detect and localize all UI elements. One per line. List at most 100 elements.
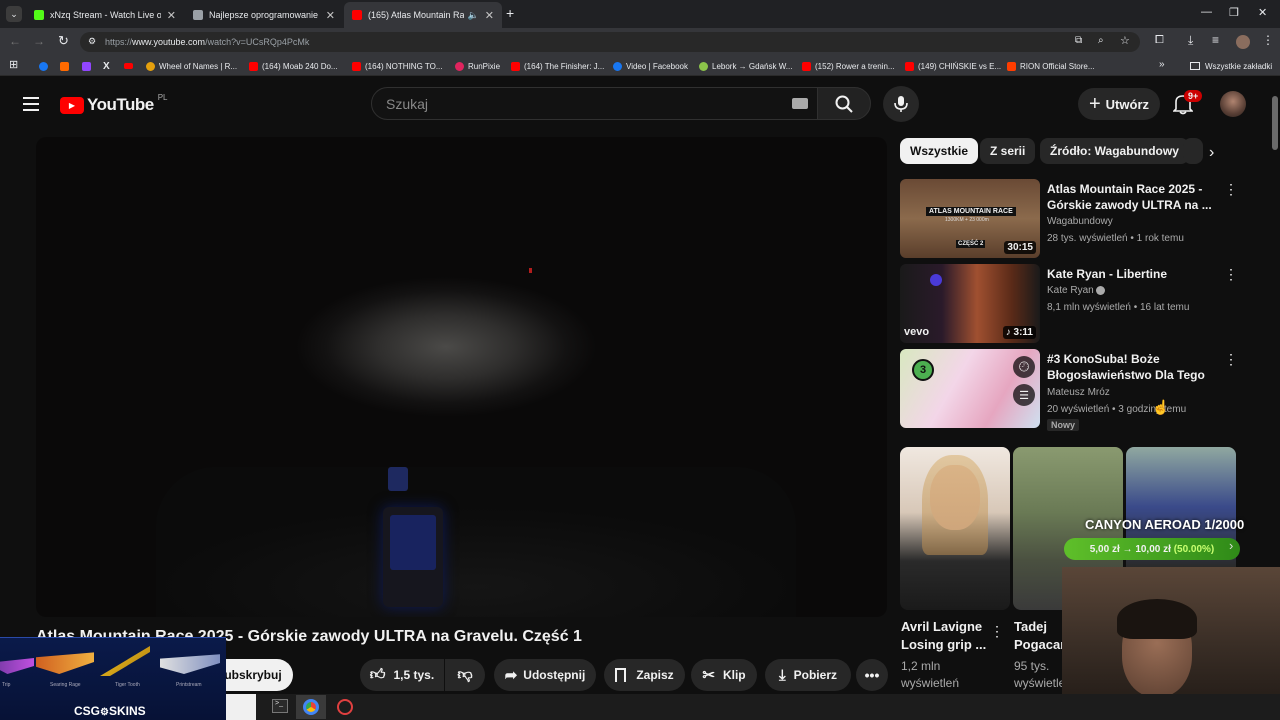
search-button[interactable] (817, 87, 871, 120)
bookmark-5[interactable] (124, 59, 137, 73)
more-actions-button[interactable]: ••• (856, 659, 888, 691)
recommendation-item[interactable]: vevo ♪ 3:11 Kate Ryan - Libertine Kate R… (900, 264, 1245, 344)
restore-icon[interactable]: ❐ (1229, 6, 1239, 19)
close-tab-icon[interactable]: ✕ (326, 9, 335, 22)
install-icon[interactable]: ⧉ (1075, 35, 1082, 46)
bookmark-star-icon[interactable]: ☆ (1120, 34, 1130, 47)
watch-later-icon[interactable]: 🕘︎ (1013, 356, 1035, 378)
search-input[interactable]: Szukaj (371, 87, 818, 120)
chip-all[interactable]: Wszystkie (900, 138, 979, 164)
promo-chevron-icon: › (1229, 538, 1234, 553)
bookmark-nothing[interactable]: (164) NOTHING TO... (352, 59, 443, 73)
reload-icon[interactable]: ↻ (58, 33, 69, 49)
site-info-icon[interactable]: ⚙ (88, 36, 96, 47)
clip-button[interactable]: ✂ Klip (691, 659, 757, 691)
download-button[interactable]: ⤓ Pobierz (765, 659, 851, 691)
short-title-line2[interactable]: Losing grip ... (901, 637, 986, 652)
bookmark-facebook[interactable] (39, 59, 52, 73)
video-thumbnail[interactable]: vevo ♪ 3:11 (900, 264, 1040, 343)
video-player[interactable] (36, 137, 887, 617)
url-prefix: https:// (105, 37, 133, 47)
browser-tab-youtube[interactable]: (165) Atlas Mountain Race 2025 🔈 ✕ (344, 2, 502, 28)
video-meta: 8,1 mln wyświetleń • 16 lat temu (1047, 302, 1190, 313)
bookmark-x[interactable]: X (103, 59, 110, 73)
download-icon[interactable]: ⤓ (1188, 33, 1193, 48)
chip-partial[interactable] (1183, 138, 1203, 164)
create-button[interactable]: + Utwórz (1078, 88, 1160, 120)
add-to-queue-icon[interactable]: ☰ (1013, 384, 1035, 406)
short-title-line2[interactable]: Pogacar (1014, 637, 1062, 652)
save-button[interactable]: Zapisz (604, 659, 685, 691)
video-thumbnail[interactable]: ATLAS MOUNTAIN RACE 1300KM + 23 000m CZĘ… (900, 179, 1040, 258)
apps-icon[interactable]: ⊞ (9, 58, 18, 71)
speaker-icon[interactable]: 🔈 (468, 10, 479, 21)
forward-icon[interactable]: → (33, 34, 45, 48)
chevron-right-icon[interactable]: › (1209, 144, 1214, 162)
more-options-icon[interactable]: ⋮ (1224, 351, 1238, 368)
bookmark-moab[interactable]: (164) Moab 240 Do... (249, 59, 338, 73)
channel-name[interactable]: Mateusz Mróz (1047, 387, 1110, 398)
more-bookmarks-icon[interactable]: » (1159, 59, 1165, 70)
dislike-button[interactable]: 👎︎ (445, 659, 485, 691)
youtube-icon (249, 61, 258, 71)
bookmark-twitch[interactable] (82, 59, 95, 73)
channel-name[interactable]: Wagabundowy (1047, 216, 1113, 227)
close-window-icon[interactable]: ✕ (1258, 6, 1267, 19)
all-bookmarks[interactable]: Wszystkie zakładki (1190, 59, 1272, 73)
recommendation-item[interactable]: ATLAS MOUNTAIN RACE 1300KM + 23 000m CZĘ… (900, 179, 1245, 259)
video-thumbnail[interactable]: 3 🕘︎ ☰ (900, 349, 1040, 428)
profile-avatar[interactable] (1236, 35, 1250, 49)
bookmark-2[interactable] (60, 59, 73, 73)
app-icon[interactable] (337, 699, 353, 715)
bookmark-finisher[interactable]: (164) The Finisher: J... (511, 59, 604, 73)
bookmark-chinskie[interactable]: (149) CHIŃSKIE vs E... (905, 59, 1001, 73)
bookmark-fb-video[interactable]: Video | Facebook (613, 59, 688, 73)
browser-menu-icon[interactable]: ⋮ (1262, 33, 1274, 47)
recommendation-item[interactable]: 3 🕘︎ ☰ #3 KonoSuba! Boże Błogosławieństw… (900, 349, 1245, 431)
page-scrollbar[interactable] (1272, 96, 1278, 150)
short-title-line1[interactable]: Avril Lavigne (901, 619, 982, 634)
bookmark-runpixie[interactable]: RunPixie (455, 59, 500, 73)
video-title[interactable]: Atlas Mountain Race 2025 - Górskie zawod… (1047, 181, 1217, 213)
youtube-logo[interactable]: ▶ YouTube PL (60, 93, 168, 115)
video-title[interactable]: Kate Ryan - Libertine (1047, 266, 1217, 282)
bookmark-wheel[interactable]: Wheel of Names | R... (146, 59, 237, 73)
address-bar[interactable]: ⚙ https://www.youtube.com/watch?v=UCsRQp… (80, 32, 1164, 52)
chrome-icon[interactable] (296, 695, 326, 719)
url-host: www.youtube.com (132, 37, 206, 47)
browser-tab-kick[interactable]: xNzq Stream - Watch Live on Kick ✕ (26, 2, 184, 28)
tab-search-button[interactable]: ⌄ (6, 6, 22, 22)
media-icon[interactable]: ≡ (1212, 33, 1219, 47)
bookmark-rion[interactable]: RION Official Store... (1007, 59, 1095, 73)
hamburger-menu-icon[interactable] (23, 97, 39, 111)
browser-tab-software[interactable]: Najlepsze oprogramowanie do ✕ (185, 2, 343, 28)
extensions-icon[interactable]: ⧠ (1155, 34, 1164, 47)
more-options-icon[interactable]: ⋮ (990, 623, 1004, 640)
keyboard-icon[interactable] (792, 98, 808, 109)
close-tab-icon[interactable]: ✕ (167, 9, 176, 22)
bookmark-lebork[interactable]: Lebork → Gdańsk W... (699, 59, 792, 73)
new-tab-button[interactable]: + (506, 5, 514, 21)
chip-source[interactable]: Źródło: Wagabundowy (1040, 138, 1189, 164)
voice-search-button[interactable] (883, 86, 919, 122)
short-thumbnail-avril[interactable] (900, 447, 1010, 610)
episode-number: 3 (912, 359, 934, 381)
video-title[interactable]: #3 KonoSuba! Boże Błogosławieństwo Dla T… (1047, 351, 1217, 385)
more-options-icon[interactable]: ⋮ (1224, 181, 1238, 198)
like-button[interactable]: 👍︎ 1,5 tys. (360, 659, 444, 691)
bookmark-rower[interactable]: (152) Rower a trenin... (802, 59, 895, 73)
notifications-button[interactable]: 9+ (1172, 90, 1203, 117)
account-avatar[interactable] (1220, 91, 1246, 117)
site-icon (193, 10, 203, 20)
terminal-icon[interactable]: >_ (272, 699, 288, 713)
store-icon (1007, 61, 1016, 71)
share-button[interactable]: ➦ Udostępnij (494, 659, 596, 691)
chip-series[interactable]: Z serii (980, 138, 1036, 164)
back-icon[interactable]: ← (9, 34, 21, 48)
channel-name[interactable]: Kate Ryan (1047, 285, 1106, 296)
zoom-icon[interactable]: ⌕ (1098, 35, 1104, 46)
minimize-icon[interactable]: — (1201, 6, 1212, 18)
short-title-line1[interactable]: Tadej (1014, 619, 1047, 634)
more-options-icon[interactable]: ⋮ (1224, 266, 1238, 283)
close-tab-icon[interactable]: ✕ (485, 9, 494, 22)
